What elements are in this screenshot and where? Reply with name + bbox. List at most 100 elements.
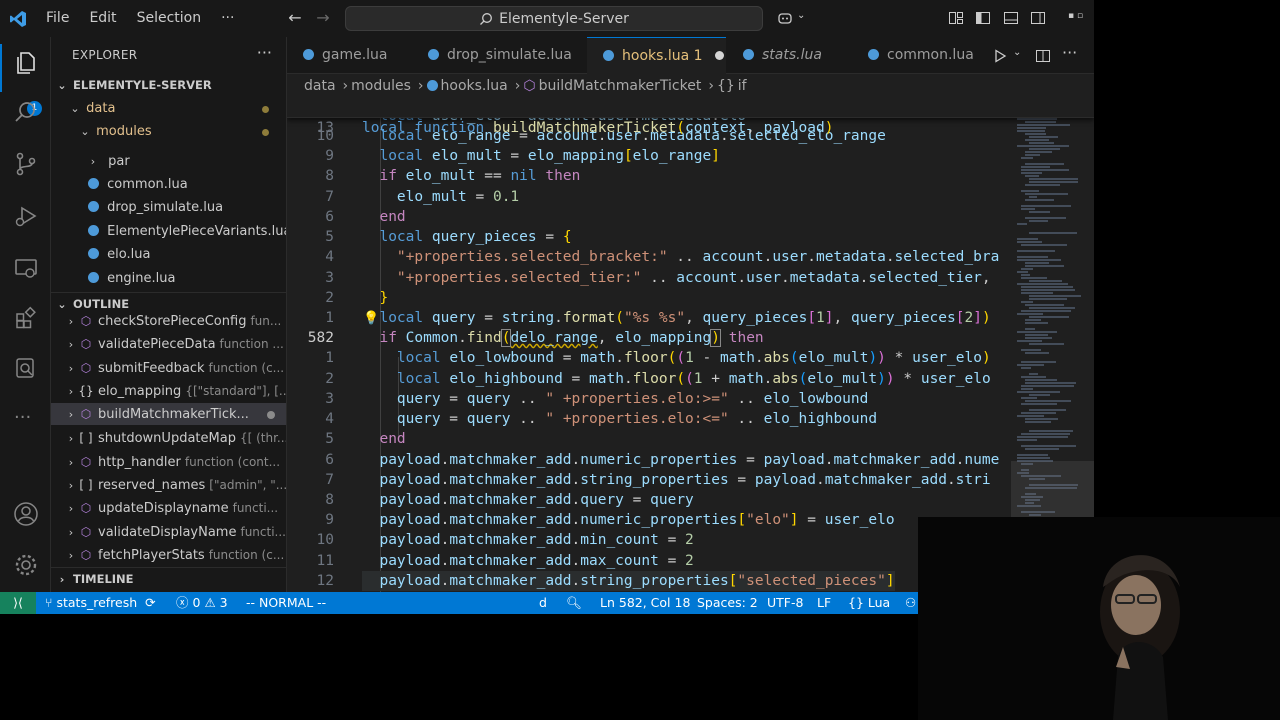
code-line[interactable]: 6 end: [287, 207, 1094, 227]
outline-item[interactable]: › ⬡ http_handler function (cont...: [51, 451, 286, 473]
line-ending[interactable]: LF: [817, 592, 831, 614]
workspace-root[interactable]: ⌄ ELEMENTYLE-SERVER: [51, 74, 286, 96]
code-line[interactable]: 4 "+properties.selected_bracket:" .. acc…: [287, 247, 1094, 267]
extensions-icon[interactable]: [13, 305, 39, 331]
folder-label: data: [86, 101, 116, 116]
outline-item[interactable]: › ⬡ updateDisplayname functi...: [51, 497, 286, 519]
code-line[interactable]: 2 local elo_highbound = math.floor((1 + …: [287, 369, 1094, 389]
active-indicator: [0, 44, 2, 92]
breadcrumb-item[interactable]: if: [738, 78, 747, 94]
toggle-secondary-sidebar-icon[interactable]: [1030, 10, 1046, 26]
toggle-primary-sidebar-icon[interactable]: [975, 10, 991, 26]
window-controls-icon[interactable]: ▪ ▫: [1068, 11, 1083, 21]
database-icon[interactable]: [13, 355, 39, 381]
outline-item[interactable]: › ⬡ validatePieceData function ...: [51, 333, 286, 355]
indentation[interactable]: Spaces: 2: [697, 592, 758, 614]
folder-modules[interactable]: ⌄ modules: [51, 121, 286, 143]
menu-more[interactable]: ···: [211, 0, 244, 37]
branch-status[interactable]: ⑂ stats_refresh ⟳: [45, 592, 156, 614]
tree-item-elo-lua[interactable]: elo.lua: [51, 244, 286, 266]
outline-item-selected[interactable]: › ⬡ buildMatchmakerTick...: [51, 403, 286, 425]
tab-game-lua[interactable]: game.lua: [287, 37, 411, 74]
toggle-panel-icon[interactable]: [1003, 10, 1019, 26]
code-line[interactable]: 1 💡 local query = string.format("%s %s", …: [287, 308, 1094, 328]
editor-more-actions-icon[interactable]: ···: [1062, 43, 1077, 62]
tree-item-engine-lua[interactable]: engine.lua: [51, 268, 286, 290]
code-line[interactable]: 5 local query_pieces = {: [287, 227, 1094, 247]
run-chevron-down-icon[interactable]: ⌄: [1013, 47, 1021, 58]
language-mode[interactable]: {} Lua: [848, 592, 890, 614]
tree-item-common-lua[interactable]: common.lua: [51, 174, 286, 196]
modified-dot-icon: [262, 129, 269, 136]
minimap-line: [1025, 418, 1059, 420]
problems-status[interactable]: ⓧ 0 ⚠ 3: [176, 592, 228, 614]
tab-common-lua[interactable]: common.lua: [852, 37, 982, 74]
encoding[interactable]: UTF-8: [767, 592, 803, 614]
code-line[interactable]: 8 payload.matchmaker_add.query = query: [287, 490, 1094, 510]
remote-explorer-icon[interactable]: [13, 255, 39, 281]
more-views-icon[interactable]: ···: [14, 407, 31, 428]
breadcrumb-item[interactable]: buildMatchmakerTicket: [539, 78, 702, 94]
copilot-status-icon[interactable]: ⚇: [905, 592, 916, 614]
code-line[interactable]: 8 if elo_mult == nil then: [287, 166, 1094, 186]
search-icon[interactable]: [13, 99, 39, 125]
copilot-chevron-down-icon[interactable]: ⌄: [797, 10, 805, 21]
breadcrumb-item[interactable]: data: [304, 78, 336, 94]
remote-indicator-icon[interactable]: ⟩⟨: [0, 592, 36, 614]
outline-item[interactable]: › ⬡ validateDisplayName functi...: [51, 521, 286, 543]
code-line[interactable]: 3 query = query .. " +properties.elo:>="…: [287, 389, 1094, 409]
branch-name: stats_refresh: [56, 595, 138, 610]
explorer-files-icon[interactable]: [13, 50, 39, 76]
tab-drop-simulate-lua[interactable]: drop_simulate.lua: [412, 37, 586, 74]
command-center-search[interactable]: Elementyle-Server: [345, 6, 763, 31]
code-line[interactable]: 4 query = query .. " +properties.elo:<="…: [287, 409, 1094, 429]
object-icon: {}: [716, 78, 735, 94]
code-line-current[interactable]: 582 if Common.find(delo_range, elo_mappi…: [287, 328, 1094, 348]
function-icon: ⬡: [80, 407, 92, 421]
outline-item[interactable]: › ⬡ submitFeedback function (c...: [51, 357, 286, 379]
sticky-scroll-line[interactable]: 13 local function buildMatchmakerTicket(c…: [287, 98, 1094, 136]
run-play-icon[interactable]: [992, 48, 1008, 64]
timeline-section-header[interactable]: › TIMELINE: [51, 568, 286, 590]
sync-icon[interactable]: ⟳: [145, 595, 155, 610]
tab-stats-lua[interactable]: stats.lua: [727, 37, 851, 74]
split-editor-icon[interactable]: [1035, 48, 1051, 64]
tree-item-piece-variants-lua[interactable]: ElementylePieceVariants.lua: [51, 221, 286, 243]
code-line[interactable]: 2 }: [287, 288, 1094, 308]
settings-gear-icon[interactable]: [13, 552, 39, 578]
breadcrumb-item[interactable]: hooks.lua: [441, 78, 508, 94]
run-debug-icon[interactable]: [13, 203, 39, 229]
code-line[interactable]: 3 "+properties.selected_tier:" .. accoun…: [287, 268, 1094, 288]
tree-item-par[interactable]: › par: [51, 151, 286, 173]
explorer-more-actions-icon[interactable]: ···: [257, 43, 272, 62]
back-arrow-icon[interactable]: ←: [285, 8, 305, 28]
forward-arrow-icon[interactable]: →: [313, 8, 333, 28]
source-control-icon[interactable]: [13, 151, 39, 177]
outline-item[interactable]: › [ ] shutdownUpdateMap{[ (thr...: [51, 427, 286, 449]
minimap-line: [1025, 337, 1052, 339]
account-icon[interactable]: [13, 501, 39, 527]
unsaved-dot-icon[interactable]: [714, 51, 724, 60]
menu-file[interactable]: File: [36, 0, 79, 37]
outline-item[interactable]: › ⬡ checkStorePieceConfig fun...: [51, 310, 286, 332]
menu-selection[interactable]: Selection: [127, 0, 212, 37]
cursor-position[interactable]: Ln 582, Col 18: [600, 592, 690, 614]
copilot-icon[interactable]: [777, 10, 793, 26]
outline-item[interactable]: › {} elo_mapping {["standard"], [...: [51, 380, 286, 402]
zoom-search-icon[interactable]: 🔍︎: [566, 592, 582, 614]
layout-customize-icon[interactable]: [948, 10, 964, 26]
breadcrumb-item[interactable]: modules: [351, 78, 411, 94]
menu-edit[interactable]: Edit: [79, 0, 126, 37]
tree-item-drop-simulate-lua[interactable]: drop_simulate.lua: [51, 197, 286, 219]
code-line[interactable]: 7 payload.matchmaker_add.string_properti…: [287, 470, 1094, 490]
tab-hooks-lua[interactable]: hooks.lua 1: [587, 37, 726, 74]
code-line[interactable]: 5 end: [287, 429, 1094, 449]
code-line[interactable]: 6 payload.matchmaker_add.numeric_propert…: [287, 450, 1094, 470]
code-line[interactable]: 7 elo_mult = 0.1: [287, 187, 1094, 207]
minimap-slider[interactable]: [1011, 461, 1094, 517]
outline-item[interactable]: › [ ] reserved_names ["admin", "...: [51, 474, 286, 496]
folder-data[interactable]: ⌄ data: [51, 98, 286, 120]
code-line[interactable]: 1 local elo_lowbound = math.floor((1 - m…: [287, 348, 1094, 368]
code-line[interactable]: 9 local elo_mult = elo_mapping[elo_range…: [287, 146, 1094, 166]
outline-item[interactable]: › ⬡ fetchPlayerStats function (c...: [51, 544, 286, 566]
